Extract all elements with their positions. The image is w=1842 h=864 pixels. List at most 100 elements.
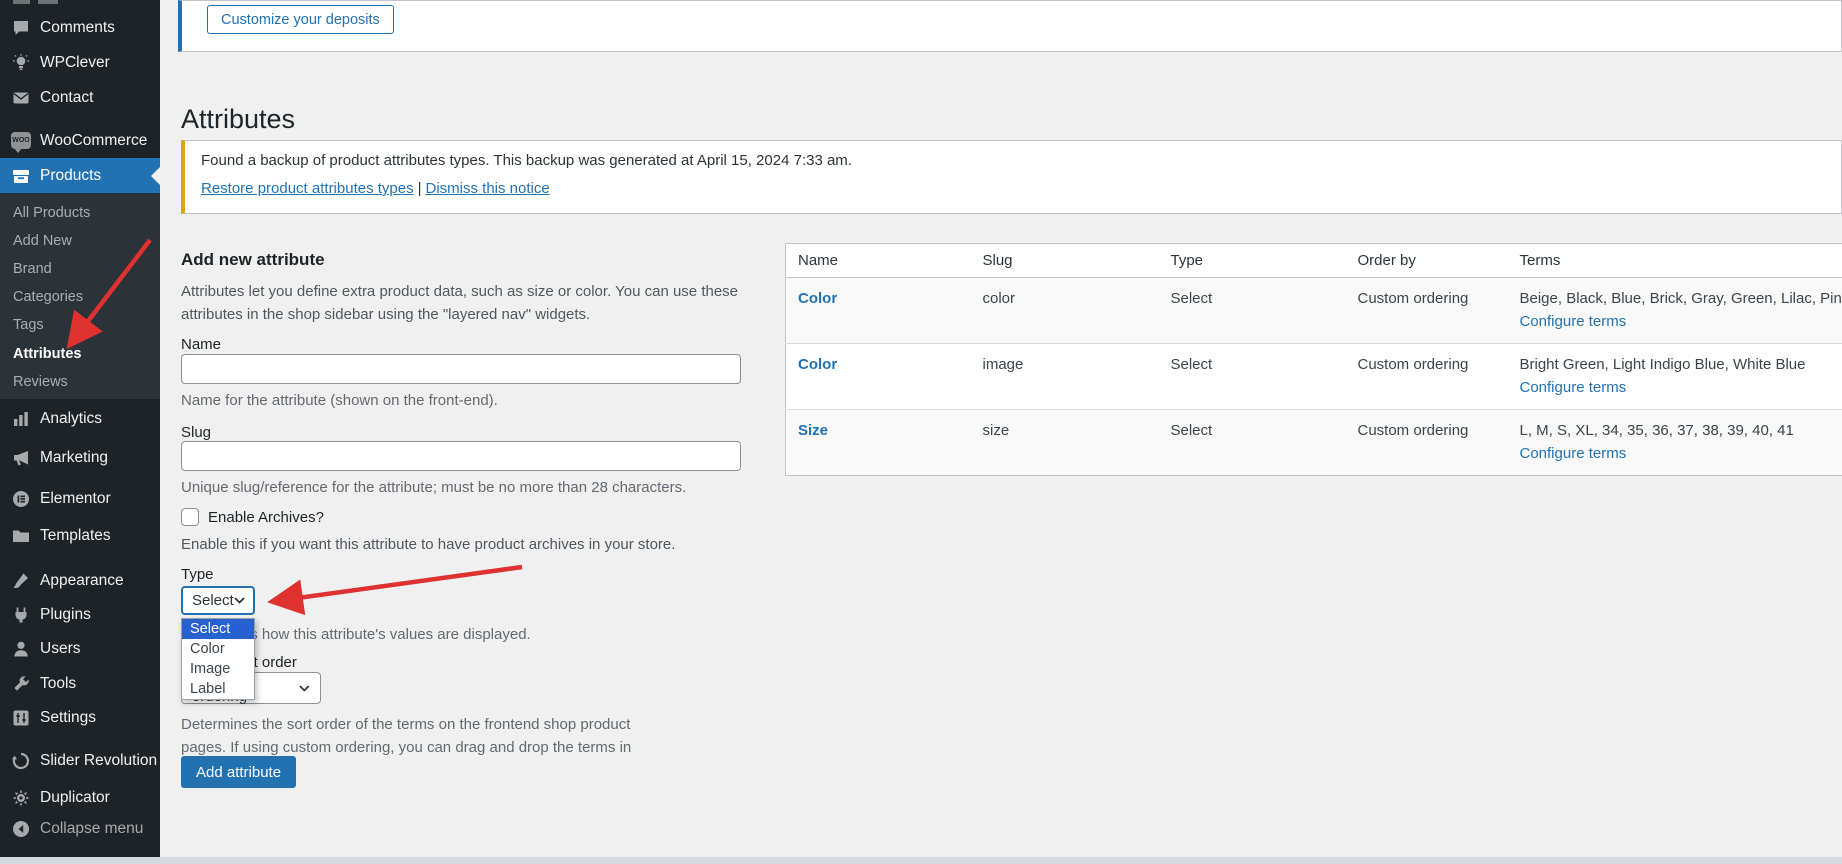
dropdown-option-color[interactable]: Color: [182, 639, 254, 659]
sidebar-item-label: Templates: [40, 527, 111, 545]
name-input[interactable]: [181, 354, 741, 384]
customize-deposits-button[interactable]: Customize your deposits: [207, 5, 394, 34]
dropdown-option-image[interactable]: Image: [182, 659, 254, 679]
admin-sidebar: Comments WPClever Contact WOO WooCommerc…: [0, 0, 160, 864]
sidebar-item-brand[interactable]: Brand: [0, 255, 160, 283]
plug-icon: [11, 605, 31, 625]
sidebar-item-attributes[interactable]: Attributes: [0, 340, 160, 368]
sidebar-item-products[interactable]: Products: [0, 158, 160, 193]
attribute-orderby: Custom ordering: [1346, 410, 1508, 476]
sidebar-item-woocommerce[interactable]: WOO WooCommerce: [0, 123, 160, 158]
dropdown-option-select[interactable]: Select: [182, 619, 254, 639]
sidebar-item-duplicator[interactable]: Duplicator: [0, 780, 160, 815]
sidebar-item-analytics[interactable]: Analytics: [0, 401, 160, 436]
configure-terms-link[interactable]: Configure terms: [1520, 311, 1627, 334]
sidebar-item-plugins[interactable]: Plugins: [0, 597, 160, 632]
slider-revolution-icon: [11, 751, 31, 771]
col-header-orderby: Order by: [1346, 244, 1508, 278]
configure-terms-link[interactable]: Configure terms: [1520, 377, 1627, 400]
attribute-slug: image: [971, 344, 1159, 410]
sidebar-item-label: Plugins: [40, 606, 91, 624]
type-select[interactable]: Select: [181, 586, 255, 615]
lightbulb-icon: [11, 53, 31, 73]
form-description: Attributes let you define extra product …: [181, 280, 741, 327]
sidebar-item-add-new[interactable]: Add New: [0, 227, 160, 255]
sidebar-item-settings[interactable]: Settings: [0, 700, 160, 735]
name-help: Name for the attribute (shown on the fro…: [181, 392, 498, 409]
envelope-icon: [11, 88, 31, 108]
clipped-menu-item-icon: [13, 0, 30, 4]
table-row: Color color Select Custom ordering Beige…: [786, 278, 1842, 344]
col-header-name: Name: [786, 244, 971, 278]
admin-content: Customize your deposits Attributes Found…: [160, 0, 1842, 864]
folder-icon: [11, 526, 31, 546]
col-header-type: Type: [1159, 244, 1346, 278]
attribute-orderby: Custom ordering: [1346, 278, 1508, 344]
dropdown-option-label[interactable]: Label: [182, 679, 254, 699]
sidebar-item-marketing[interactable]: Marketing: [0, 440, 160, 475]
products-submenu: All Products Add New Brand Categories Ta…: [0, 193, 160, 399]
sidebar-item-contact[interactable]: Contact: [0, 80, 160, 115]
sidebar-item-all-products[interactable]: All Products: [0, 199, 160, 227]
sidebar-item-slider-revolution[interactable]: Slider Revolution: [0, 743, 160, 778]
link-separator: |: [418, 180, 422, 197]
form-heading: Add new attribute: [181, 250, 325, 270]
restore-attributes-link[interactable]: Restore product attributes types: [201, 180, 414, 197]
horizontal-scrollbar[interactable]: [0, 857, 1842, 864]
attribute-type: Select: [1159, 410, 1346, 476]
sidebar-item-label: Appearance: [40, 572, 124, 590]
megaphone-icon: [11, 448, 31, 468]
products-box-icon: [11, 166, 31, 186]
sidebar-item-collapse-menu[interactable]: Collapse menu: [0, 811, 160, 846]
add-attribute-button[interactable]: Add attribute: [181, 756, 296, 788]
attribute-type: Select: [1159, 278, 1346, 344]
sidebar-item-label: Users: [40, 640, 80, 658]
elementor-icon: [11, 489, 31, 509]
attribute-terms: Beige, Black, Blue, Brick, Gray, Green, …: [1520, 290, 1842, 307]
slug-help: Unique slug/reference for the attribute;…: [181, 479, 686, 496]
sidebar-item-elementor[interactable]: Elementor: [0, 481, 160, 516]
table-header-row: Name Slug Type Order by Terms: [786, 244, 1842, 278]
comments-icon: [11, 18, 31, 38]
enable-archives-checkbox[interactable]: [181, 508, 199, 526]
user-icon: [11, 639, 31, 659]
sidebar-item-templates[interactable]: Templates: [0, 518, 160, 553]
sidebar-item-label: Contact: [40, 89, 93, 107]
chevron-down-icon: [299, 685, 310, 692]
attribute-name-link[interactable]: Color: [798, 290, 837, 307]
attribute-name-link[interactable]: Color: [798, 356, 837, 373]
attribute-name-link[interactable]: Size: [798, 422, 828, 439]
sidebar-item-comments[interactable]: Comments: [0, 10, 160, 45]
gear-icon: [11, 788, 31, 808]
collapse-arrow-icon: [11, 819, 31, 839]
wrench-icon: [11, 674, 31, 694]
sidebar-item-label: Comments: [40, 19, 115, 37]
sidebar-item-users[interactable]: Users: [0, 631, 160, 666]
enable-archives-row: Enable Archives?: [181, 508, 324, 526]
enable-archives-label: Enable Archives?: [208, 509, 324, 526]
chevron-down-icon: [234, 597, 245, 604]
sidebar-item-wpclever[interactable]: WPClever: [0, 45, 160, 80]
sidebar-item-label: WPClever: [40, 54, 110, 72]
sidebar-item-categories[interactable]: Categories: [0, 283, 160, 311]
slug-input[interactable]: [181, 441, 741, 471]
configure-terms-link[interactable]: Configure terms: [1520, 443, 1627, 466]
sidebar-item-tools[interactable]: Tools: [0, 666, 160, 701]
table-row: Color image Select Custom ordering Brigh…: [786, 344, 1842, 410]
sidebar-item-reviews[interactable]: Reviews: [0, 368, 160, 396]
attribute-slug: color: [971, 278, 1159, 344]
attribute-type: Select: [1159, 344, 1346, 410]
dismiss-notice-link[interactable]: Dismiss this notice: [426, 180, 550, 197]
sidebar-item-label: WooCommerce: [40, 132, 147, 150]
current-menu-arrow: [151, 167, 160, 185]
attribute-orderby: Custom ordering: [1346, 344, 1508, 410]
sidebar-item-appearance[interactable]: Appearance: [0, 563, 160, 598]
type-select-value: Select: [192, 592, 234, 609]
type-label: Type: [181, 566, 214, 583]
sidebar-item-label: Products: [40, 167, 101, 185]
sidebar-item-tags[interactable]: Tags: [0, 311, 160, 339]
sidebar-item-label: Elementor: [40, 490, 111, 508]
sidebar-item-label: Duplicator: [40, 789, 110, 807]
col-header-terms: Terms: [1508, 244, 1842, 278]
backup-notice-message: Found a backup of product attributes typ…: [201, 152, 1825, 169]
